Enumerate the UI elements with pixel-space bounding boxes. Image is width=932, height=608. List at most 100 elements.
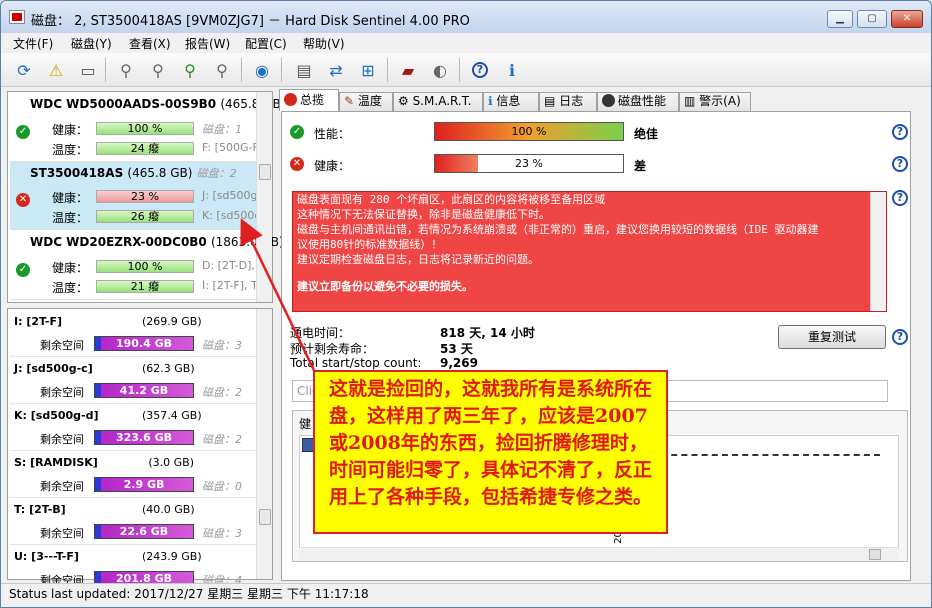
tab-log[interactable]: ▤ 日志 xyxy=(539,92,597,111)
retest-help-icon[interactable]: ? xyxy=(892,329,908,345)
disk-list-scrollbar[interactable] xyxy=(256,92,272,302)
temp-bar: 26 癈 xyxy=(96,210,194,223)
menu-report[interactable]: 报告(W) xyxy=(185,35,230,52)
temp-bar: 24 癈 xyxy=(96,142,194,155)
alert-scrollbar[interactable] xyxy=(870,192,886,311)
free-space-bar: 41.2 GB xyxy=(94,383,194,398)
warning-icon[interactable]: ⚠ xyxy=(43,57,69,83)
performance-rating: 绝佳 xyxy=(634,127,659,141)
retest-button[interactable]: 重复测试 xyxy=(778,325,886,349)
tab-alerts[interactable]: ▥ 警示(A) xyxy=(679,92,751,111)
free-space-label: 剩余空间 xyxy=(40,386,84,399)
volume-list-scrollbar[interactable] xyxy=(256,309,272,579)
subpanel-tab[interactable]: 健 xyxy=(299,415,311,432)
tab-overview[interactable]: 总揽 xyxy=(279,89,339,111)
free-space-label: 剩余空间 xyxy=(40,339,84,352)
free-space-label: 剩余空间 xyxy=(40,480,84,493)
disk-name: WDC WD20EZRX-00DC0B0 (1863.0 GB) xyxy=(30,235,284,249)
alert-help-icon[interactable]: ? xyxy=(892,190,908,206)
volume-name: U: [3---T-F] xyxy=(14,550,79,563)
disk-item-3[interactable]: WDC WD20EZRX-00DC0B0 (1863.0 GB) ✓ 健康： 1… xyxy=(10,232,284,300)
volume-item[interactable]: K: [sd500g-d] (357.4 GB) 剩余空间 323.6 GB 磁… xyxy=(10,405,258,451)
health-error-icon: ✕ xyxy=(290,157,304,171)
speaker-icon[interactable]: ◐ xyxy=(427,57,453,83)
globe-icon[interactable]: ◉ xyxy=(249,57,275,83)
probe-check-icon[interactable]: ⚲ xyxy=(177,57,203,83)
ok-status-icon: ✓ xyxy=(16,263,30,277)
volume-list: D: [2T-D], xyxy=(202,259,255,272)
document-icon[interactable]: ▤ xyxy=(291,57,317,83)
volume-disk: 磁盘：3 xyxy=(202,339,242,352)
menu-help[interactable]: 帮助(V) xyxy=(303,35,345,52)
health-rating: 差 xyxy=(634,159,647,173)
health-help-icon[interactable]: ? xyxy=(892,156,908,172)
probe-tool-icon[interactable]: ⚲ xyxy=(209,57,235,83)
volume-item[interactable]: I: [2T-F] (269.9 GB) 剩余空间 190.4 GB 磁盘：3 xyxy=(10,311,258,357)
ok-status-icon: ✓ xyxy=(16,125,30,139)
smart-icon: ⚙ xyxy=(398,94,409,108)
volume-item[interactable]: T: [2T-B] (40.0 GB) 剩余空间 22.6 GB 磁盘：3 xyxy=(10,499,258,545)
free-space-bar: 2.9 GB xyxy=(94,477,194,492)
health-bar: 100 % xyxy=(96,122,194,135)
volume-size: (62.3 GB) xyxy=(142,362,195,375)
minimize-button[interactable]: ▁ xyxy=(827,10,853,28)
menu-file[interactable]: 文件(F) xyxy=(13,35,53,52)
temp-label: 温度： xyxy=(52,281,89,295)
volume-item[interactable]: J: [sd500g-c] (62.3 GB) 剩余空间 41.2 GB 磁盘：… xyxy=(10,358,258,404)
probe-icon[interactable]: ⚲ xyxy=(113,57,139,83)
close-button[interactable]: ✕ xyxy=(891,10,923,28)
alert-line: 议使用80针的标准数据线）！ xyxy=(297,238,443,251)
volume-disk: 磁盘：2 xyxy=(202,386,242,399)
alert-line: 磁盘与主机间通讯出错，若情况为系统崩溃或（非正常的）重启，建议您换用较短的数据线… xyxy=(297,223,819,236)
menu-view[interactable]: 查看(X) xyxy=(129,35,171,52)
help-icon[interactable]: ? xyxy=(467,57,493,83)
free-space-bar: 190.4 GB xyxy=(94,336,194,351)
health-label: 健康： xyxy=(314,159,351,173)
tab-info[interactable]: ℹ 信息 xyxy=(483,92,539,111)
status-bar: Status last updated: 2017/12/27 星期三 星期三 … xyxy=(1,583,931,607)
temp-bar: 21 癈 xyxy=(96,280,194,293)
chart-icon[interactable]: ▰ xyxy=(395,57,421,83)
free-space-label: 剩余空间 xyxy=(40,433,84,446)
alert-tab-icon: ▥ xyxy=(684,94,696,108)
startstop-value: 9,269 xyxy=(440,356,478,370)
performance-help-icon[interactable]: ? xyxy=(892,124,908,140)
poweron-value: 818 天, 14 小时 xyxy=(440,326,535,340)
tab-performance[interactable]: 磁盘性能 xyxy=(597,92,679,111)
performance-ok-icon: ✓ xyxy=(290,125,304,139)
log-icon: ▤ xyxy=(544,94,556,108)
life-label: 预计剩余寿命： xyxy=(290,342,375,356)
disk-item-1[interactable]: WDC WD5000AADS-00S9B0 (465.8 GB) ✓ 健康： 1… xyxy=(10,94,285,162)
network-icon[interactable]: ⊞ xyxy=(355,57,381,83)
menu-disk[interactable]: 磁盘(Y) xyxy=(71,35,112,52)
refresh-icon[interactable]: ⟳ xyxy=(11,57,37,83)
info-tab-icon: ℹ xyxy=(488,94,493,108)
volume-item[interactable]: S: [RAMDISK] (3.0 GB) 剩余空间 2.9 GB 磁盘：0 xyxy=(10,452,258,498)
tab-smart[interactable]: ⚙ S.M.A.R.T. xyxy=(393,92,483,111)
performance-label: 性能： xyxy=(314,127,351,141)
menu-config[interactable]: 配置(C) xyxy=(245,35,287,52)
volume-name: T: [2T-B] xyxy=(14,503,66,516)
app-icon xyxy=(9,10,25,24)
volume-size: (357.4 GB) xyxy=(142,409,202,422)
volume-size: (243.9 GB) xyxy=(142,550,202,563)
disk-list-panel: WDC WD5000AADS-00S9B0 (465.8 GB) ✓ 健康： 1… xyxy=(7,91,285,303)
tab-temperature[interactable]: ✎ 温度 xyxy=(339,92,393,111)
performance-meter: 100 % xyxy=(434,122,624,141)
window-title: 磁盘： 2, ST3500418AS [9VM0ZJG7] － Hard Dis… xyxy=(31,14,470,29)
free-space-bar: 22.6 GB xyxy=(94,524,194,539)
volume-list: I: [2T-F], T xyxy=(202,279,258,292)
alert-line: 磁盘表面现有 280 个坏扇区，此扇区的内容将被移至备用区域 xyxy=(297,193,606,206)
disk-item-2[interactable]: ST3500418AS (465.8 GB) 磁盘：2 ✕ 健康： 23 % J… xyxy=(10,162,261,230)
sync-icon[interactable]: ⇄ xyxy=(323,57,349,83)
chart-scrollbar[interactable] xyxy=(299,547,899,561)
annotation-callout: 这就是捡回的，这就我所有是系统所在盘，这样用了两三年了，应该是2007或2008… xyxy=(313,370,668,534)
drive-icon[interactable]: ▭ xyxy=(75,57,101,83)
info-icon[interactable]: ℹ xyxy=(499,57,525,83)
probe-add-icon[interactable]: ⚲ xyxy=(145,57,171,83)
volume-list: F: [500G-F xyxy=(202,141,259,154)
alert-message-box: 磁盘表面现有 280 个坏扇区，此扇区的内容将被移至备用区域 这种情况下无法保证… xyxy=(292,191,887,312)
maximize-button[interactable]: ▢ xyxy=(857,10,887,28)
title-bar: 磁盘： 2, ST3500418AS [9VM0ZJG7] － Hard Dis… xyxy=(1,1,931,33)
volume-disk: 磁盘：0 xyxy=(202,480,242,493)
